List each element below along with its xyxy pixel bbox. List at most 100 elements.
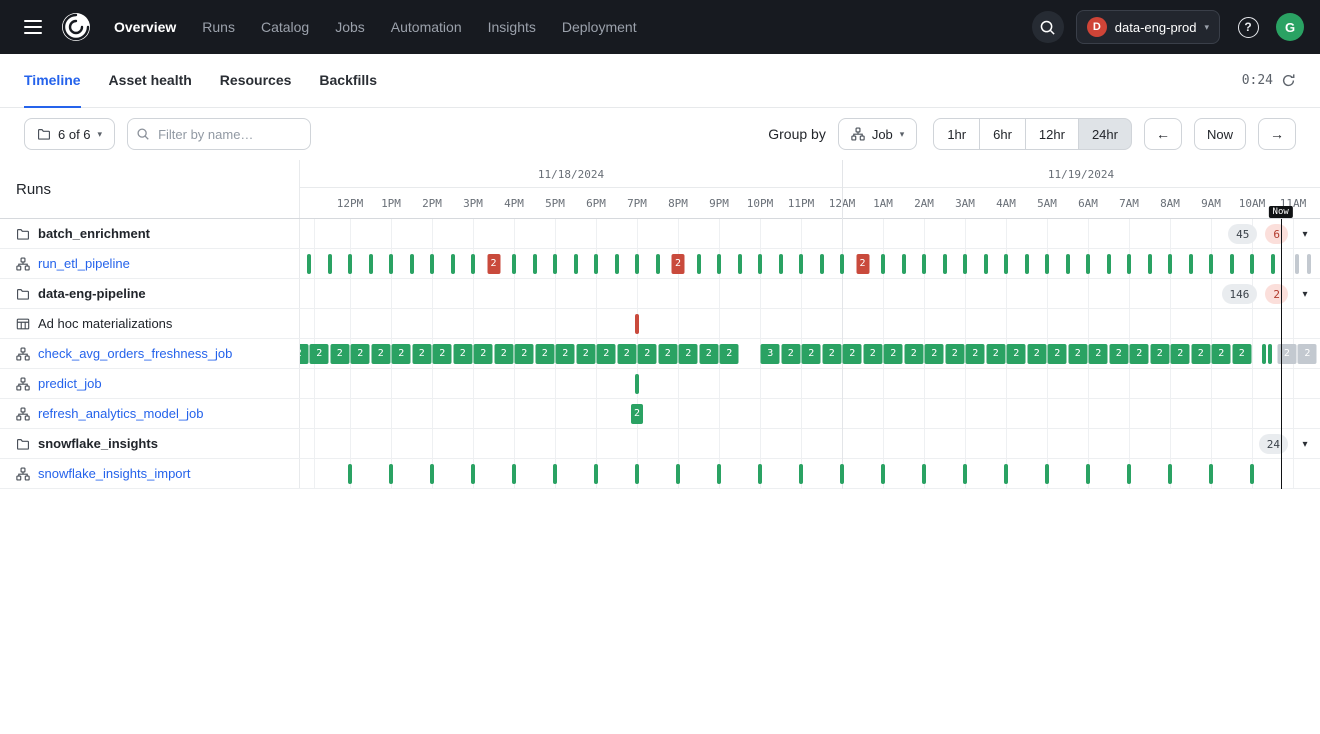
- run-mark[interactable]: [1004, 464, 1008, 484]
- run-mark[interactable]: [471, 254, 475, 274]
- row-label[interactable]: batch_enrichment: [38, 226, 150, 241]
- run-mark[interactable]: 2: [494, 344, 513, 364]
- run-mark[interactable]: [615, 254, 619, 274]
- nav-item-jobs[interactable]: Jobs: [335, 19, 365, 35]
- run-mark[interactable]: [881, 464, 885, 484]
- timeline-next-button[interactable]: →: [1258, 118, 1296, 150]
- run-mark[interactable]: [307, 254, 311, 274]
- run-mark[interactable]: [512, 464, 516, 484]
- run-mark[interactable]: 2: [822, 344, 841, 364]
- menu-button[interactable]: [16, 10, 50, 44]
- run-mark[interactable]: [820, 254, 824, 274]
- run-mark[interactable]: 3: [761, 344, 780, 364]
- run-mark[interactable]: 2: [412, 344, 431, 364]
- run-mark[interactable]: [1230, 254, 1234, 274]
- row-label[interactable]: snowflake_insights: [38, 436, 158, 451]
- run-mark[interactable]: 2: [1048, 344, 1067, 364]
- run-mark[interactable]: [471, 464, 475, 484]
- row-label[interactable]: refresh_analytics_model_job: [38, 406, 203, 421]
- run-mark[interactable]: 2: [720, 344, 739, 364]
- row-label[interactable]: predict_job: [38, 376, 102, 391]
- run-mark[interactable]: [1250, 464, 1254, 484]
- run-mark[interactable]: [697, 254, 701, 274]
- run-mark[interactable]: [1307, 254, 1311, 274]
- run-mark[interactable]: [1086, 464, 1090, 484]
- run-mark[interactable]: 2: [597, 344, 616, 364]
- run-mark[interactable]: [840, 464, 844, 484]
- run-mark[interactable]: [1086, 254, 1090, 274]
- refresh-icon[interactable]: [1281, 73, 1296, 88]
- nav-item-insights[interactable]: Insights: [488, 19, 536, 35]
- run-mark[interactable]: [1107, 254, 1111, 274]
- run-mark[interactable]: [635, 374, 639, 394]
- run-mark[interactable]: 2: [1191, 344, 1210, 364]
- run-mark[interactable]: [410, 254, 414, 274]
- run-mark[interactable]: [1127, 254, 1131, 274]
- run-mark[interactable]: [717, 254, 721, 274]
- run-mark[interactable]: [758, 254, 762, 274]
- run-mark[interactable]: 2: [1232, 344, 1251, 364]
- run-mark[interactable]: [553, 254, 557, 274]
- run-mark[interactable]: [1271, 254, 1275, 274]
- run-mark[interactable]: 2: [330, 344, 349, 364]
- tab-asset-health[interactable]: Asset health: [109, 54, 192, 108]
- expand-caret[interactable]: ▾: [1296, 225, 1314, 243]
- run-mark[interactable]: [451, 254, 455, 274]
- help-button[interactable]: ?: [1232, 11, 1264, 43]
- scope-filter-button[interactable]: 6 of 6 ▾: [24, 118, 115, 150]
- run-mark[interactable]: [348, 254, 352, 274]
- range-12hr-button[interactable]: 12hr: [1025, 118, 1079, 150]
- run-mark[interactable]: [922, 464, 926, 484]
- run-mark[interactable]: [922, 254, 926, 274]
- tab-timeline[interactable]: Timeline: [24, 54, 81, 108]
- run-mark[interactable]: 2: [556, 344, 575, 364]
- run-mark[interactable]: [656, 254, 660, 274]
- run-mark[interactable]: 2: [966, 344, 985, 364]
- run-mark[interactable]: [1250, 254, 1254, 274]
- run-mark[interactable]: [369, 254, 373, 274]
- run-mark[interactable]: 2: [617, 344, 636, 364]
- run-mark[interactable]: 2: [631, 404, 643, 424]
- run-mark[interactable]: 2: [843, 344, 862, 364]
- run-mark[interactable]: [430, 464, 434, 484]
- run-mark[interactable]: [1045, 464, 1049, 484]
- tab-backfills[interactable]: Backfills: [319, 54, 377, 108]
- group-by-select[interactable]: Job ▾: [838, 118, 918, 150]
- run-mark[interactable]: 2: [699, 344, 718, 364]
- run-mark[interactable]: [635, 254, 639, 274]
- run-mark[interactable]: [1268, 344, 1272, 364]
- run-mark[interactable]: [963, 254, 967, 274]
- run-mark[interactable]: [553, 464, 557, 484]
- run-mark[interactable]: 2: [863, 344, 882, 364]
- run-mark[interactable]: 2: [433, 344, 452, 364]
- run-mark[interactable]: [676, 464, 680, 484]
- run-mark[interactable]: 2: [925, 344, 944, 364]
- run-mark[interactable]: [799, 464, 803, 484]
- run-mark[interactable]: [635, 314, 639, 334]
- run-mark[interactable]: 2: [986, 344, 1005, 364]
- run-mark[interactable]: [533, 254, 537, 274]
- run-mark[interactable]: [389, 254, 393, 274]
- run-mark[interactable]: 2: [679, 344, 698, 364]
- run-mark[interactable]: 2: [904, 344, 923, 364]
- expand-caret[interactable]: ▾: [1296, 285, 1314, 303]
- run-mark[interactable]: 2: [351, 344, 370, 364]
- run-mark[interactable]: 2: [1130, 344, 1149, 364]
- run-mark[interactable]: 2: [802, 344, 821, 364]
- run-mark[interactable]: [1004, 254, 1008, 274]
- run-mark[interactable]: [1066, 254, 1070, 274]
- run-mark[interactable]: 2: [1089, 344, 1108, 364]
- run-mark[interactable]: 2: [672, 254, 685, 274]
- run-mark[interactable]: [881, 254, 885, 274]
- range-1hr-button[interactable]: 1hr: [933, 118, 980, 150]
- run-mark[interactable]: [594, 464, 598, 484]
- nav-item-runs[interactable]: Runs: [202, 19, 235, 35]
- nav-item-deployment[interactable]: Deployment: [562, 19, 637, 35]
- nav-item-catalog[interactable]: Catalog: [261, 19, 309, 35]
- run-mark[interactable]: [840, 254, 844, 274]
- nav-item-automation[interactable]: Automation: [391, 19, 462, 35]
- dagster-logo[interactable]: [60, 11, 92, 43]
- run-mark[interactable]: [1189, 254, 1193, 274]
- run-mark[interactable]: 2: [515, 344, 534, 364]
- run-mark[interactable]: 2: [1007, 344, 1026, 364]
